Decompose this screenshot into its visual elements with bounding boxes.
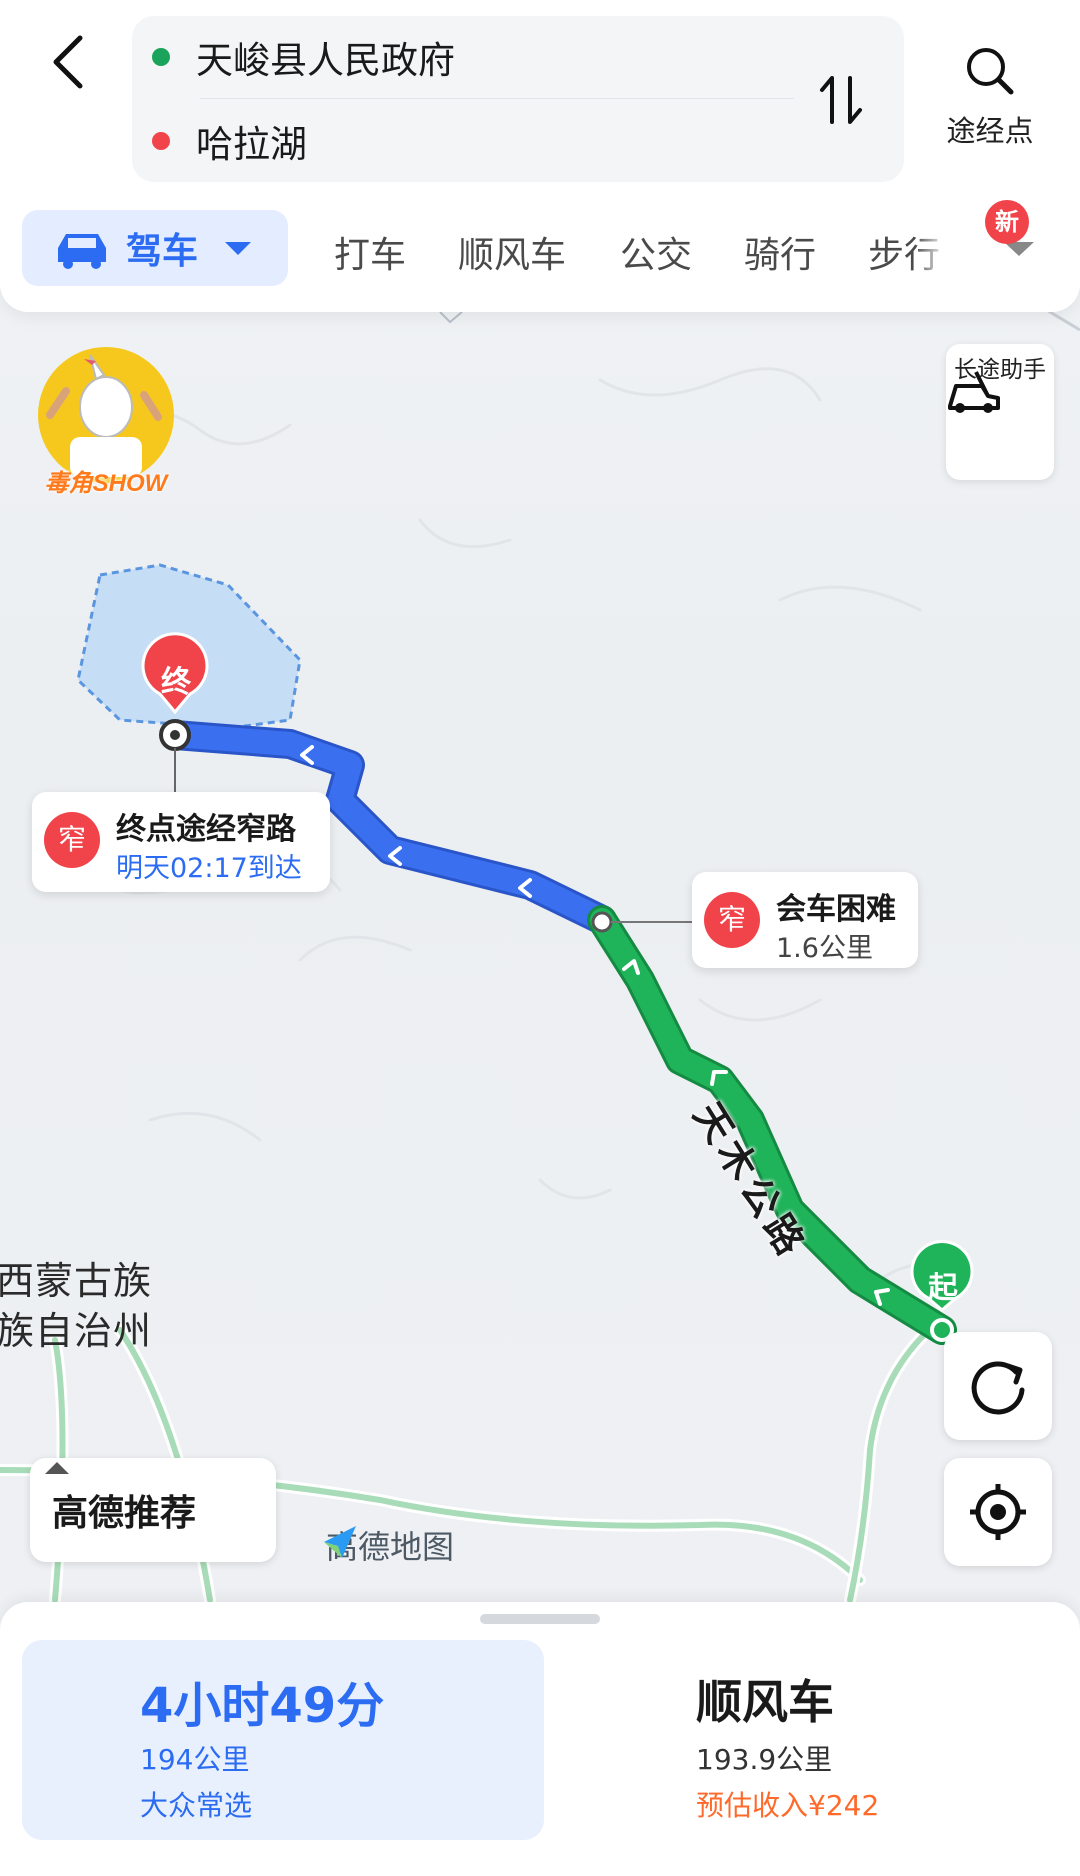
sheet-handle[interactable] <box>480 1614 600 1624</box>
end-narrow-road-callout[interactable]: 窄 终点途经窄路 明天02:17到达 <box>32 792 330 892</box>
narrow-road-icon: 窄 <box>704 892 760 948</box>
waypoint-label: 途经点 <box>946 114 1034 148</box>
tab-cycling[interactable]: 骑行 <box>744 226 816 278</box>
locate-button[interactable] <box>944 1458 1052 1566</box>
end-callout-arrival: 明天02:17到达 <box>116 853 302 884</box>
origin-field: 天峻县人民政府 <box>196 39 455 82</box>
narrow-callout-title: 会车困难 <box>776 892 896 927</box>
car-icon <box>58 234 106 269</box>
avatar[interactable]: 毒角SHOW <box>30 345 182 497</box>
amap-watermark: 高德地图 <box>320 1522 454 1568</box>
refresh-button[interactable] <box>944 1332 1052 1440</box>
end-callout-title: 终点途经窄路 <box>116 812 296 847</box>
destination-dot-icon <box>152 132 170 150</box>
swap-icon <box>820 76 862 124</box>
avatar-brand-text: 毒角SHOW <box>44 470 168 497</box>
long-trip-assistant-button[interactable]: 长途助手 <box>946 344 1054 480</box>
route-green <box>590 908 954 1342</box>
narrow-road-callout[interactable]: 窄 会车困难 1.6公里 <box>692 872 918 968</box>
travel-mode-tabs: 驾车 打车 顺风车 公交 骑行 步行 <box>22 210 1080 286</box>
carpool-distance: 193.9公里 <box>696 1743 833 1776</box>
recommend-label: 高德推荐 <box>52 1493 197 1534</box>
start-marker-label: 起 <box>928 1271 958 1306</box>
refresh-icon <box>971 1361 1025 1415</box>
destination-row[interactable]: 哈拉湖 <box>152 106 307 176</box>
tab-walk[interactable]: 步行 <box>868 226 946 278</box>
route-tag: 大众常选 <box>140 1789 253 1822</box>
recommend-filter-button[interactable]: 高德推荐 <box>30 1458 276 1562</box>
destination-field: 哈拉湖 <box>196 123 307 166</box>
route-options-sheet: 4小时49分 194公里 大众常选 顺风车 193.9公里 预估收入¥242 <box>0 1602 1080 1876</box>
caret-down-icon <box>225 242 252 255</box>
address-divider <box>200 98 794 99</box>
origin-dot-icon <box>152 48 170 66</box>
route-address-box: 天峻县人民政府 哈拉湖 <box>132 16 904 182</box>
carpool-title: 顺风车 <box>696 1675 834 1729</box>
region-label-line1: 西蒙古族 <box>0 1259 153 1303</box>
tab-drive-label: 驾车 <box>126 231 199 272</box>
route-distance: 194公里 <box>140 1743 250 1776</box>
carpool-income: 预估收入¥242 <box>696 1789 880 1822</box>
route-duration: 4小时49分 <box>140 1678 385 1734</box>
region-label-line2: 族自治州 <box>0 1309 153 1353</box>
narrow-road-point <box>591 911 613 933</box>
end-marker-label: 终 <box>161 665 191 700</box>
tab-transit[interactable]: 公交 <box>620 226 692 278</box>
primary-route-card[interactable]: 4小时49分 194公里 大众常选 <box>22 1640 544 1840</box>
back-button[interactable] <box>40 30 104 94</box>
tab-taxi[interactable]: 打车 <box>334 226 406 278</box>
swap-button[interactable] <box>816 72 866 128</box>
new-badge: 新 <box>985 200 1029 244</box>
tab-carpool[interactable]: 顺风车 <box>458 226 566 278</box>
chevron-left-icon <box>53 35 83 89</box>
tab-drive[interactable]: 驾车 <box>22 210 288 286</box>
top-bar: 天峻县人民政府 哈拉湖 途经点 驾车 打车 顺风车 公交 骑行 步行 <box>0 0 1080 312</box>
locate-icon <box>970 1484 1026 1540</box>
carpool-card[interactable]: 顺风车 193.9公里 预估收入¥242 <box>560 1640 1060 1840</box>
waypoint-button[interactable]: 途经点 <box>930 44 1050 150</box>
amap-logo-icon <box>324 1526 356 1558</box>
long-trip-car-icon <box>948 371 1000 413</box>
origin-row[interactable]: 天峻县人民政府 <box>152 22 455 92</box>
narrow-callout-distance: 1.6公里 <box>776 933 873 964</box>
caret-up-icon <box>45 1462 69 1474</box>
search-icon <box>967 48 1014 95</box>
narrow-road-icon: 窄 <box>44 812 100 868</box>
